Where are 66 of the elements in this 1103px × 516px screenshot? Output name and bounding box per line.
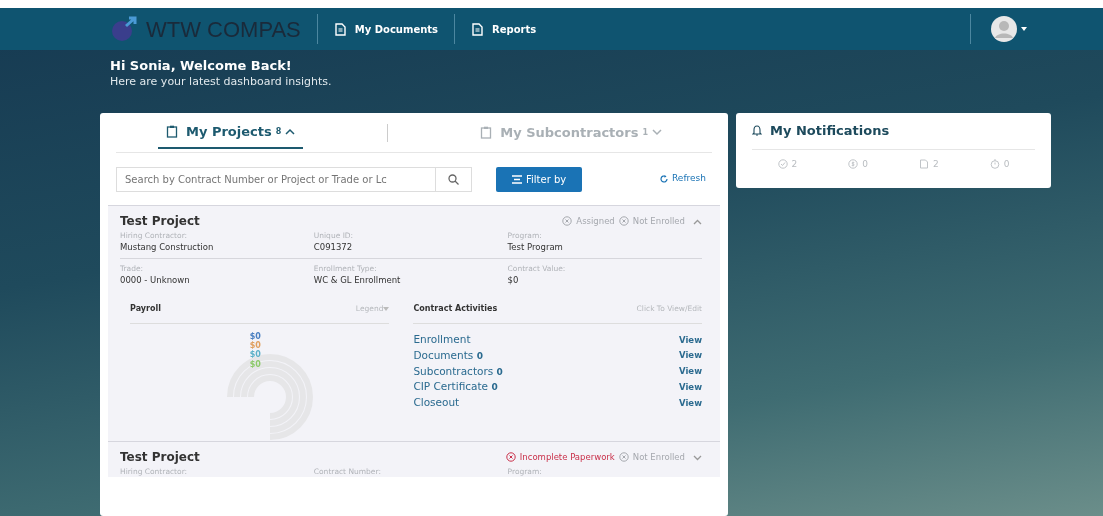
status-label: Incomplete Paperwork xyxy=(505,450,615,464)
notification-count: 2 xyxy=(777,157,798,171)
nav-link[interactable]: My Documents xyxy=(317,21,455,37)
field-value: 0000 - Unknown xyxy=(120,274,191,287)
document-icon xyxy=(471,22,485,36)
caret-icon xyxy=(1021,27,1027,31)
chevron-up-icon xyxy=(285,128,296,135)
field-value: WC & GL Enrollment xyxy=(313,274,402,287)
view-link[interactable]: View xyxy=(679,380,702,394)
search-icon xyxy=(448,174,459,185)
welcome-title: Hi Sonia, Welcome Back! xyxy=(110,58,293,74)
view-link[interactable]: View xyxy=(679,333,702,347)
document-icon xyxy=(919,159,929,170)
nav-link[interactable]: Reports xyxy=(455,21,553,37)
payroll-value: $0 xyxy=(249,341,261,351)
check-icon xyxy=(777,159,788,170)
field-value: Test Program xyxy=(507,241,564,254)
activity-label: Subcontractors 0 xyxy=(413,363,503,379)
dollar-icon xyxy=(848,159,859,170)
status-label: Assigned xyxy=(562,214,615,228)
chevron-down-icon xyxy=(693,454,702,461)
search-field[interactable]: Search by Contract Number or Project or Trade or Lc xyxy=(116,166,436,192)
logo-icon xyxy=(110,16,138,42)
notification-count: 2 xyxy=(919,157,939,171)
chevron-down-icon xyxy=(652,129,662,136)
status-label: Not Enrolled xyxy=(618,450,685,464)
project-title: Test Project xyxy=(120,213,200,230)
activity-label: Enrollment xyxy=(413,332,471,347)
document-icon xyxy=(333,22,347,36)
avatar-icon xyxy=(991,16,1017,42)
field-value: C091372 xyxy=(313,241,354,254)
field-value: $0 xyxy=(507,274,520,287)
payroll-value: $0 xyxy=(249,359,261,369)
payroll-value: $0 xyxy=(249,350,261,360)
clipboard-icon xyxy=(166,125,178,138)
welcome-subtitle: Here are your latest dashboard insights. xyxy=(110,73,333,90)
notification-count: 0 xyxy=(989,157,1010,171)
payroll-value: $0 xyxy=(249,332,261,342)
view-link[interactable]: View xyxy=(679,396,702,410)
refresh-icon xyxy=(660,175,668,183)
view-link[interactable]: View xyxy=(679,365,702,378)
section-title: Payroll xyxy=(130,303,161,315)
chevron-up-icon xyxy=(693,218,702,225)
x-circle-icon xyxy=(562,216,573,226)
tab[interactable]: My Projects 8 xyxy=(158,115,304,150)
status-label: Not Enrolled xyxy=(618,214,685,228)
x-circle-icon xyxy=(618,452,629,462)
notification-count: 0 xyxy=(848,157,868,171)
activity-label: CIP Certificate 0 xyxy=(413,379,498,395)
bell-icon xyxy=(752,125,762,137)
search-button[interactable] xyxy=(436,166,472,192)
x-circle-icon xyxy=(505,452,516,462)
view-link[interactable]: View xyxy=(679,349,702,362)
project-title: Test Project xyxy=(120,449,200,466)
x-circle-icon xyxy=(618,216,629,226)
activity-label: Documents 0 xyxy=(413,347,483,363)
timer-icon xyxy=(989,159,1000,170)
refresh-button[interactable]: Refresh xyxy=(654,171,712,187)
activity-label: Closeout xyxy=(413,395,460,410)
filter-icon xyxy=(512,174,522,184)
field-value: Mustang Construction xyxy=(120,241,215,254)
section-title: Contract Activities xyxy=(413,303,498,315)
caret-icon xyxy=(383,307,390,312)
filter-button[interactable]: Filter by xyxy=(496,166,583,192)
clipboard-icon xyxy=(480,126,493,139)
panel-title: My Notifications xyxy=(770,122,890,140)
